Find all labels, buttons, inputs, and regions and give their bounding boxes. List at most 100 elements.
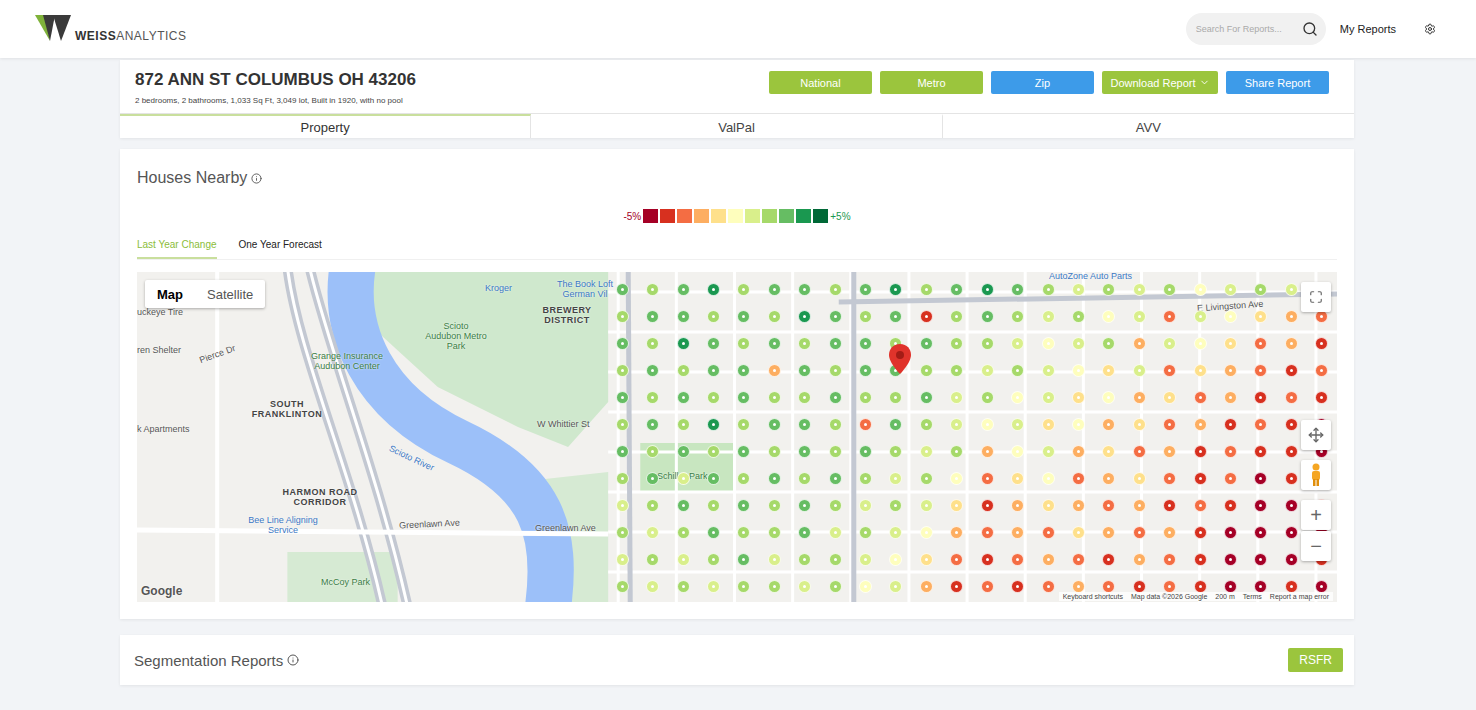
action-button[interactable]: Zip	[991, 71, 1094, 94]
house-marker[interactable]	[950, 445, 963, 458]
house-marker[interactable]	[950, 283, 963, 296]
house-marker[interactable]	[859, 418, 872, 431]
house-marker[interactable]	[616, 472, 629, 485]
house-marker[interactable]	[1285, 526, 1298, 539]
house-marker[interactable]	[798, 445, 811, 458]
house-marker[interactable]	[1163, 526, 1176, 539]
house-marker[interactable]	[798, 283, 811, 296]
house-marker[interactable]	[1042, 337, 1055, 350]
house-marker[interactable]	[1315, 364, 1328, 377]
house-marker[interactable]	[981, 553, 994, 566]
house-marker[interactable]	[920, 364, 933, 377]
house-marker[interactable]	[920, 526, 933, 539]
house-marker[interactable]	[798, 310, 811, 323]
fullscreen-button[interactable]	[1301, 282, 1331, 312]
action-button[interactable]: Metro	[880, 71, 983, 94]
download-button[interactable]: Download Report	[1102, 71, 1218, 94]
house-marker[interactable]	[1285, 337, 1298, 350]
house-marker[interactable]	[1133, 310, 1146, 323]
house-marker[interactable]	[1011, 526, 1024, 539]
house-marker[interactable]	[1163, 418, 1176, 431]
house-marker[interactable]	[1042, 526, 1055, 539]
subtab[interactable]: Last Year Change	[137, 237, 217, 259]
house-marker[interactable]	[677, 418, 690, 431]
action-button[interactable]: National	[769, 71, 872, 94]
house-marker[interactable]	[707, 553, 720, 566]
map-type-option[interactable]: Map	[145, 280, 195, 308]
house-marker[interactable]	[677, 499, 690, 512]
house-marker[interactable]	[1133, 445, 1146, 458]
house-marker[interactable]	[950, 580, 963, 593]
house-marker[interactable]	[1133, 553, 1146, 566]
house-marker[interactable]	[1163, 310, 1176, 323]
house-marker[interactable]	[950, 310, 963, 323]
house-marker[interactable]	[829, 310, 842, 323]
house-marker[interactable]	[1102, 310, 1115, 323]
house-marker[interactable]	[1163, 337, 1176, 350]
house-marker[interactable]	[1011, 499, 1024, 512]
house-marker[interactable]	[1285, 391, 1298, 404]
house-marker[interactable]	[1133, 499, 1146, 512]
attribution-item[interactable]: Map data ©2026 Google	[1131, 593, 1207, 600]
house-marker[interactable]	[677, 526, 690, 539]
street-view-button[interactable]	[1301, 460, 1331, 490]
house-marker[interactable]	[1133, 526, 1146, 539]
house-marker[interactable]	[1285, 364, 1298, 377]
house-marker[interactable]	[1102, 391, 1115, 404]
house-marker[interactable]	[829, 499, 842, 512]
house-marker[interactable]	[768, 391, 781, 404]
house-marker[interactable]	[1224, 445, 1237, 458]
house-marker[interactable]	[1285, 472, 1298, 485]
house-marker[interactable]	[1224, 337, 1237, 350]
house-marker[interactable]	[737, 553, 750, 566]
house-marker[interactable]	[646, 283, 659, 296]
house-marker[interactable]	[1102, 553, 1115, 566]
house-marker[interactable]	[798, 472, 811, 485]
house-marker[interactable]	[1133, 472, 1146, 485]
house-marker[interactable]	[1224, 418, 1237, 431]
house-marker[interactable]	[1102, 499, 1115, 512]
house-marker[interactable]	[1285, 499, 1298, 512]
house-marker[interactable]	[798, 418, 811, 431]
house-marker[interactable]	[677, 472, 690, 485]
house-marker[interactable]	[950, 472, 963, 485]
house-marker[interactable]	[768, 310, 781, 323]
house-marker[interactable]	[981, 391, 994, 404]
house-marker[interactable]	[889, 283, 902, 296]
rsfr-button[interactable]: RSFR	[1288, 648, 1343, 672]
house-marker[interactable]	[981, 472, 994, 485]
house-marker[interactable]	[1163, 499, 1176, 512]
house-marker[interactable]	[646, 445, 659, 458]
house-marker[interactable]	[1224, 472, 1237, 485]
house-marker[interactable]	[1042, 580, 1055, 593]
house-marker[interactable]	[768, 472, 781, 485]
house-marker[interactable]	[950, 499, 963, 512]
house-marker[interactable]	[1011, 472, 1024, 485]
house-marker[interactable]	[1072, 337, 1085, 350]
house-marker[interactable]	[950, 526, 963, 539]
house-marker[interactable]	[950, 553, 963, 566]
house-marker[interactable]	[1072, 526, 1085, 539]
house-marker[interactable]	[1163, 553, 1176, 566]
search-icon[interactable]	[1302, 21, 1318, 37]
house-marker[interactable]	[1042, 418, 1055, 431]
house-marker[interactable]	[920, 337, 933, 350]
house-marker[interactable]	[646, 364, 659, 377]
house-marker[interactable]	[1254, 310, 1267, 323]
house-marker[interactable]	[1194, 364, 1207, 377]
house-marker[interactable]	[737, 283, 750, 296]
house-marker[interactable]	[1072, 418, 1085, 431]
tab[interactable]: AVV	[943, 114, 1354, 138]
house-marker[interactable]	[616, 391, 629, 404]
house-marker[interactable]	[768, 283, 781, 296]
house-marker[interactable]	[646, 337, 659, 350]
house-marker[interactable]	[1102, 418, 1115, 431]
house-marker[interactable]	[920, 472, 933, 485]
house-marker[interactable]	[798, 364, 811, 377]
house-marker[interactable]	[859, 553, 872, 566]
house-marker[interactable]	[707, 499, 720, 512]
house-marker[interactable]	[768, 553, 781, 566]
house-marker[interactable]	[677, 391, 690, 404]
house-marker[interactable]	[1224, 283, 1237, 296]
house-marker[interactable]	[889, 580, 902, 593]
